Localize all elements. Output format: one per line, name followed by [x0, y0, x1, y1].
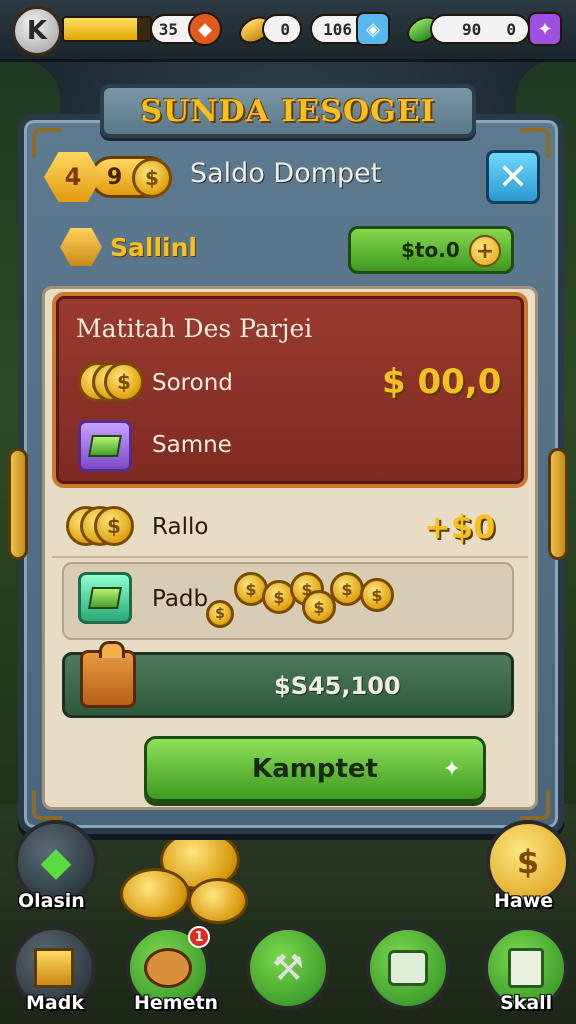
- nav-label: Hemetn: [134, 992, 219, 1014]
- player-avatar-badge[interactable]: K: [12, 6, 62, 56]
- tool-icon: ⚒: [271, 947, 305, 989]
- leaves-counter[interactable]: 90 0: [430, 14, 530, 44]
- nav-label: Olasin: [18, 890, 85, 912]
- notification-badge: 1: [188, 926, 210, 948]
- plus-coin-icon: +: [469, 235, 501, 267]
- chest-icon: [34, 948, 74, 988]
- leaves-value: 90: [462, 19, 482, 39]
- nav-square-button[interactable]: [366, 926, 450, 1010]
- nav-label: Skall: [500, 992, 553, 1014]
- coin-stack-icon: $: [104, 362, 144, 402]
- green-card-icon: [78, 572, 132, 624]
- coin-pile-decoration: [188, 878, 248, 924]
- wallet-row-value: +$0: [424, 508, 496, 546]
- total-balance-value: $S45,100: [274, 672, 401, 700]
- section-label: Sallinl: [110, 232, 197, 262]
- xp-progress-fill: [64, 18, 138, 40]
- wallet-row-label: Rallo: [152, 514, 209, 540]
- red-gem-icon: ◆: [188, 12, 222, 46]
- featured-card-title: Matitah Des Parjei: [76, 314, 313, 343]
- modal-title: Saldo Dompet: [190, 158, 382, 189]
- corner-ornament: [32, 128, 62, 158]
- leaves-secondary-value: 0: [506, 19, 516, 39]
- add-funds-label: $to.0: [401, 238, 460, 262]
- scroll-icon: [508, 948, 544, 988]
- row-divider: [52, 556, 528, 558]
- blue-crystal-icon: ◈: [356, 12, 390, 46]
- featured-row-label: Sorond: [152, 370, 233, 396]
- coin-pile-icon: $: [330, 572, 364, 606]
- coin-pile-decoration: [120, 868, 190, 920]
- banner-title: SUNDA IESOGEI: [140, 93, 436, 129]
- featured-row-value: $ 00,0: [382, 362, 502, 402]
- purple-gem-icon: ✦: [528, 12, 562, 46]
- confirm-button[interactable]: Kamptet ✦: [144, 736, 486, 802]
- crystals-value: 106: [323, 19, 352, 39]
- gold-coin-icon: $: [516, 843, 540, 881]
- green-gem-icon: ◆: [40, 839, 72, 885]
- beans-value: 0: [280, 19, 290, 39]
- green-square-icon: [388, 950, 428, 986]
- coin-pile-icon: $: [360, 578, 394, 612]
- purple-card-icon: [78, 420, 132, 472]
- character-icon: [144, 948, 192, 988]
- section-label-row: Sallinl: [60, 228, 197, 266]
- right-side-handle: [548, 448, 568, 560]
- featured-row-label: Samne: [152, 432, 232, 458]
- beans-counter[interactable]: 0: [262, 14, 302, 44]
- level-badge-value: 4: [64, 163, 82, 191]
- gems-value: 35: [158, 19, 178, 39]
- coin-pile-icon: $: [206, 600, 234, 628]
- nav-label: Madk: [26, 992, 84, 1014]
- top-resource-bar: K 35 ◆ 0 106 ◈ 90 0 ✦: [0, 0, 576, 62]
- gold-coin-icon: $: [132, 158, 172, 198]
- sparkle-icon: ✦: [442, 757, 461, 782]
- left-side-handle: [8, 448, 28, 560]
- coin-stack-icon: $: [94, 506, 134, 546]
- close-button[interactable]: ✕: [486, 150, 540, 204]
- xp-progress-bar: [62, 16, 152, 42]
- modal-banner: SUNDA IESOGEI: [100, 84, 476, 138]
- confirm-button-label: Kamptet: [252, 754, 378, 784]
- wallet-row-label: Padb: [152, 586, 209, 612]
- nav-label: Hawe: [494, 890, 554, 912]
- level-pill-value: 9: [107, 164, 123, 190]
- add-funds-button[interactable]: $to.0 +: [348, 226, 514, 274]
- nav-tool-button[interactable]: ⚒: [246, 926, 330, 1010]
- gold-chest-icon: [60, 228, 102, 266]
- gift-box-icon: [80, 641, 136, 708]
- close-x-icon: ✕: [497, 156, 529, 198]
